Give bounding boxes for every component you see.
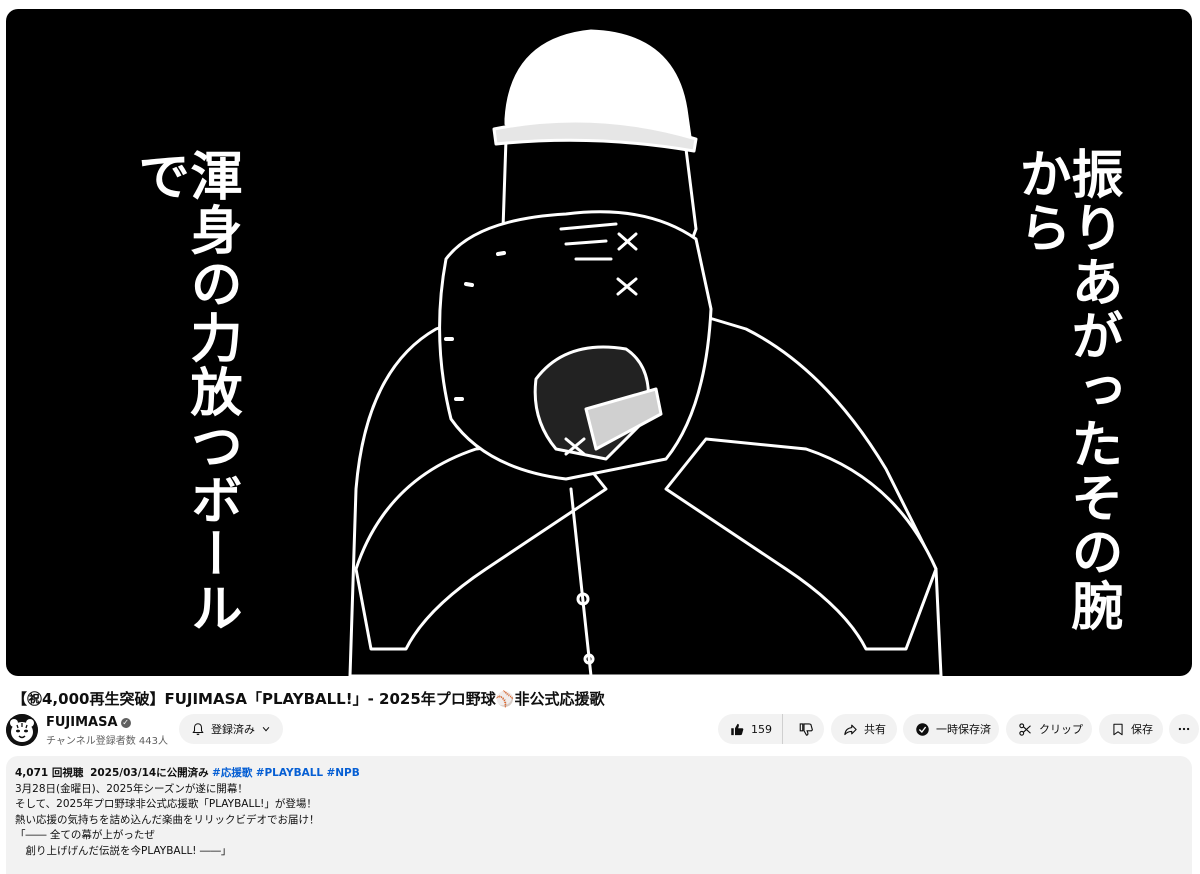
- hashtag-link[interactable]: #応援歌: [212, 767, 252, 779]
- download-button[interactable]: 一時保存済: [903, 714, 999, 744]
- bell-icon: [192, 723, 204, 736]
- share-label: 共有: [864, 723, 886, 736]
- hashtag-link[interactable]: #NPB: [326, 767, 359, 779]
- channel-actions-row: FUJIMASA ✓ チャンネル登録者数 443人 登録済み 159 共有 一時保…: [6, 712, 1199, 748]
- bookmark-icon: [1113, 723, 1123, 735]
- description-box[interactable]: 4,071 回視聴 2025/03/14に公開済み #応援歌 #PLAYBALL…: [6, 756, 1192, 874]
- save-label: 保存: [1131, 723, 1153, 736]
- share-button[interactable]: 共有: [831, 714, 897, 744]
- chevron-down-icon: [262, 726, 270, 732]
- save-button[interactable]: 保存: [1099, 714, 1163, 744]
- like-dislike-group: 159: [718, 714, 824, 744]
- thumbs-down-icon: [799, 722, 813, 736]
- more-horizontal-icon: [1178, 727, 1190, 731]
- description-line: 3月28日(金曜日)、2025年シーズンが遂に開幕！: [15, 782, 248, 795]
- clip-label: クリップ: [1039, 723, 1083, 736]
- like-count: 159: [751, 722, 772, 736]
- thumbs-up-icon: [731, 723, 744, 735]
- downloaded-check-icon: [916, 722, 929, 736]
- description-line: 熱い応援の気持ちを詰め込んだ楽曲をリリックビデオでお届け！: [15, 813, 320, 826]
- dislike-button[interactable]: [789, 714, 824, 744]
- lyric-right: 振りあがったその腕から: [1010, 147, 1123, 633]
- subscribed-button[interactable]: 登録済み: [179, 714, 283, 744]
- video-player[interactable]: 渾身の力放つボールで 振りあがったその腕から: [6, 9, 1192, 676]
- view-count: 4,071 回視聴: [15, 767, 84, 779]
- subscribed-label: 登録済み: [211, 723, 255, 736]
- share-icon: [844, 724, 857, 735]
- hashtag-link[interactable]: #PLAYBALL: [256, 767, 323, 779]
- publish-date: 2025/03/14に公開済み: [90, 767, 209, 779]
- more-actions-button[interactable]: [1169, 714, 1199, 744]
- description-line: 「―― 全ての幕が上がったぜ: [15, 829, 155, 841]
- video-title: 【㊗4,000再生突破】FUJIMASA「PLAYBALL!」- 2025年プロ…: [12, 690, 605, 708]
- subscriber-count: チャンネル登録者数 443人: [46, 736, 168, 747]
- tiger-logo-icon: [6, 714, 38, 746]
- description-meta: 4,071 回視聴 2025/03/14に公開済み #応援歌 #PLAYBALL…: [15, 766, 1183, 782]
- clip-button[interactable]: クリップ: [1006, 714, 1092, 744]
- channel-name[interactable]: FUJIMASA ✓: [46, 715, 131, 730]
- verified-icon: ✓: [120, 718, 131, 728]
- channel-name-text: FUJIMASA: [46, 715, 118, 730]
- description-line: そして、2025年プロ野球非公式応援歌「PLAYBALL!」が登場！: [15, 798, 317, 810]
- scissors-icon: [1019, 722, 1031, 736]
- download-label: 一時保存済: [936, 723, 991, 736]
- lyric-left: 渾身の力放つボールで: [129, 149, 242, 635]
- channel-avatar[interactable]: [6, 714, 38, 746]
- like-button[interactable]: 159: [718, 714, 783, 744]
- description-line: 創り上げげんだ伝説を今PLAYBALL! ――」: [15, 844, 232, 857]
